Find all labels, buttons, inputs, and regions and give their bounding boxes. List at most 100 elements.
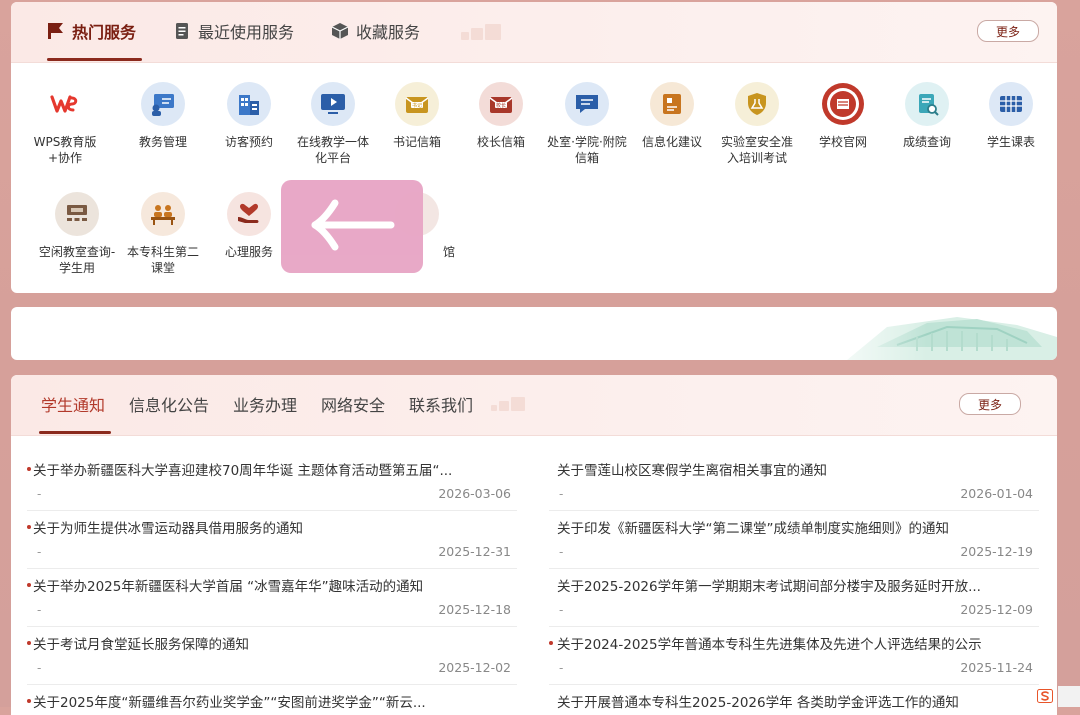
decoration [461, 24, 501, 40]
banner-strip [11, 307, 1057, 360]
service-label: 在线教学一体化平台 [296, 135, 369, 165]
notice-title[interactable]: 关于举办2025年新疆医科大学首届 “冰雪嘉年华”趣味活动的通知 [33, 575, 423, 595]
notice-dash: - [37, 603, 42, 617]
heart-hand-icon [227, 192, 271, 236]
list-item[interactable]: 关于考试月食堂延长服务保障的通知 - 2025-12-02 [27, 627, 517, 685]
notice-dash: - [559, 545, 564, 559]
service-label: 学生课表 [986, 135, 1035, 149]
service-label: 访客预约 [224, 135, 273, 149]
notices-list-left: 关于举办新疆医科大学喜迎建校70周年华诞 主题体育活动暨第五届“... - 20… [27, 453, 517, 715]
service-label: 校长信箱 [476, 135, 525, 149]
notices-tabbar: 学生通知 信息化公告 业务办理 网络安全 联系我们 更多 [11, 375, 1057, 436]
badge-text: 书记 [412, 102, 422, 109]
service-department-mailbox[interactable]: 处室·学院·附院信箱 [547, 82, 627, 166]
notices-more-button[interactable]: 更多 [959, 393, 1021, 415]
notice-title[interactable]: 关于举办新疆医科大学喜迎建校70周年华诞 主题体育活动暨第五届“... [33, 459, 452, 479]
notice-title[interactable]: 关于印发《新疆医科大学“第二课堂”成绩单制度实施细则》的通知 [557, 517, 949, 537]
service-visitor-booking[interactable]: 访客预约 [209, 82, 289, 150]
arrow-left-icon [307, 195, 397, 259]
list-item[interactable]: 关于举办2025年新疆医科大学首届 “冰雪嘉年华”趣味活动的通知 - 2025-… [27, 569, 517, 627]
wps-icon [43, 82, 87, 126]
chat-message-icon [565, 82, 609, 126]
service-label: 处室·学院·附院信箱 [547, 135, 627, 165]
university-seal-icon [821, 82, 865, 126]
tab-recent-services[interactable]: 最近使用服务 [173, 2, 294, 60]
service-university-site[interactable]: 学校官网 [803, 82, 883, 150]
service-label: WPS教育版+协作 [33, 135, 97, 165]
president-mailbox-icon: 校长 [479, 82, 523, 126]
campus-building-illustration [807, 307, 1057, 360]
services-card: 热门服务 最近使用服务 收藏服务 更多 WPS教育版+协作 教务管理 访客预约 … [11, 2, 1057, 293]
service-label: 实验室安全准入培训考试 [720, 135, 793, 165]
notice-date: 2025-12-02 [438, 660, 511, 675]
list-item[interactable]: 关于雪莲山校区寒假学生离宿相关事宜的通知 - 2026-01-04 [549, 453, 1039, 511]
unread-dot [27, 583, 31, 587]
tab-label: 热门服务 [72, 23, 137, 42]
notice-dash: - [559, 661, 564, 675]
notice-title[interactable]: 关于2025-2026学年第一学期期末考试期间部分楼宇及服务延时开放... [557, 575, 981, 595]
service-label: 本专科生第二课堂 [126, 245, 199, 275]
tab-student-notices[interactable]: 学生通知 [38, 375, 112, 434]
notice-title[interactable]: 关于为师生提供冰雪运动器具借用服务的通知 [33, 517, 303, 537]
service-label: 教务管理 [138, 135, 187, 149]
tab-network-security[interactable]: 网络安全 [321, 375, 385, 433]
service-lab-safety[interactable]: 实验室安全准入培训考试 [717, 82, 797, 166]
notice-title[interactable]: 关于2024-2025学年普通本专科生先进集体及先进个人评选结果的公示 [557, 633, 982, 653]
tab-label: 最近使用服务 [198, 23, 295, 42]
service-counseling[interactable]: 心理服务 [209, 192, 289, 260]
notice-title[interactable]: 关于雪莲山校区寒假学生离宿相关事宜的通知 [557, 459, 827, 479]
list-item[interactable]: 关于举办新疆医科大学喜迎建校70周年华诞 主题体育活动暨第五届“... - 20… [27, 453, 517, 511]
tab-hot-services[interactable]: 热门服务 [47, 2, 143, 61]
notice-date: 2025-12-18 [438, 602, 511, 617]
tab-contact-us[interactable]: 联系我们 [409, 375, 473, 433]
list-item[interactable]: 关于2024-2025学年普通本专科生先进集体及先进个人评选结果的公示 - 20… [549, 627, 1039, 685]
services-more-button[interactable]: 更多 [977, 20, 1039, 42]
teacher-board-icon [141, 82, 185, 126]
service-president-mailbox[interactable]: 校长 校长信箱 [461, 82, 541, 150]
decoration [491, 397, 525, 411]
unread-dot [27, 467, 31, 471]
classroom-icon [55, 192, 99, 236]
back-arrow-overlay[interactable] [281, 180, 423, 273]
service-label: 空闲教室查询-学生用 [38, 245, 116, 275]
tab-favorite-services[interactable]: 收藏服务 [331, 2, 420, 60]
unread-dot [549, 641, 553, 645]
notice-title[interactable]: 关于2025年度“新疆维吾尔药业奖学金”“安图前进奖学金”“新云... [33, 691, 426, 711]
notice-title[interactable]: 关于开展普通本专科生2025-2026学年 各类助学金评选工作的通知 [557, 691, 959, 711]
input-method-icon[interactable] [1036, 688, 1054, 704]
notices-list-right: 关于雪莲山校区寒假学生离宿相关事宜的通知 - 2026-01-04 关于印发《新… [549, 453, 1039, 715]
badge-text: 校长 [496, 102, 506, 109]
service-online-teaching[interactable]: 在线教学一体化平台 [293, 82, 373, 166]
list-item[interactable]: 关于为师生提供冰雪运动器具借用服务的通知 - 2025-12-31 [27, 511, 517, 569]
service-class-schedule[interactable]: 学生课表 [971, 82, 1051, 150]
service-grade-query[interactable]: 成绩查询 [887, 82, 967, 150]
notice-date: 2025-12-31 [438, 544, 511, 559]
list-item[interactable]: 关于2025年度“新疆维吾尔药业奖学金”“安图前进奖学金”“新云... [27, 685, 517, 715]
notice-dash: - [37, 487, 42, 501]
service-wps[interactable]: WPS教育版+协作 [25, 82, 105, 166]
notice-dash: - [37, 661, 42, 675]
building-icon [227, 82, 271, 126]
list-item[interactable]: 关于开展普通本专科生2025-2026学年 各类助学金评选工作的通知 [549, 685, 1039, 715]
window-corner [1058, 686, 1080, 707]
notice-date: 2026-01-04 [960, 486, 1033, 501]
box-icon [331, 22, 349, 40]
service-label: 书记信箱 [392, 135, 441, 149]
notice-dash: - [559, 487, 564, 501]
service-second-classroom[interactable]: 本专科生第二课堂 [123, 192, 203, 276]
notice-date: 2025-12-09 [960, 602, 1033, 617]
notice-date: 2025-12-19 [960, 544, 1033, 559]
service-free-classroom[interactable]: 空闲教室查询-学生用 [37, 192, 117, 276]
services-tabbar: 热门服务 最近使用服务 收藏服务 更多 [11, 2, 1057, 63]
tab-it-announcements[interactable]: 信息化公告 [129, 375, 209, 433]
service-secretary-mailbox[interactable]: 书记 书记信箱 [377, 82, 457, 150]
list-item[interactable]: 关于印发《新疆医科大学“第二课堂”成绩单制度实施细则》的通知 - 2025-12… [549, 511, 1039, 569]
flag-icon [47, 22, 65, 40]
notice-title[interactable]: 关于考试月食堂延长服务保障的通知 [33, 633, 249, 653]
list-item[interactable]: 关于2025-2026学年第一学期期末考试期间部分楼宇及服务延时开放... - … [549, 569, 1039, 627]
service-academic-affairs[interactable]: 教务管理 [123, 82, 203, 150]
notice-date: 2026-03-06 [438, 486, 511, 501]
service-it-suggestion[interactable]: 信息化建议 [632, 82, 712, 150]
unread-dot [27, 699, 31, 703]
tab-business-handling[interactable]: 业务办理 [233, 375, 297, 433]
